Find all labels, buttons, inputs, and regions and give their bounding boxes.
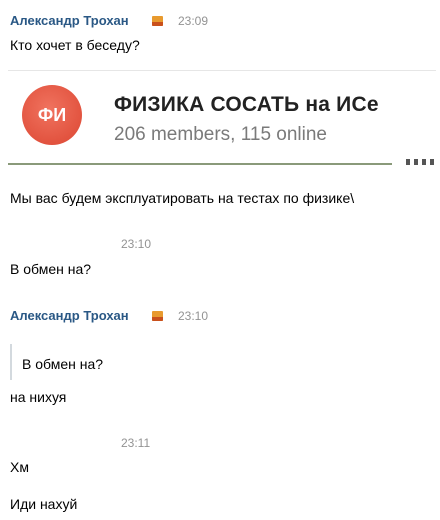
avatar-initials: ФИ xyxy=(37,104,67,125)
chat-title[interactable]: ФИЗИКА СОСАТЬ на ИСе xyxy=(114,93,379,117)
author-name[interactable]: Александр Трохан xyxy=(10,13,129,28)
message-text: Кто хочет в беседу? xyxy=(10,37,140,53)
author-name[interactable]: Александр Трохан xyxy=(10,308,129,323)
divider xyxy=(8,70,436,71)
flag-icon xyxy=(152,311,163,321)
flag-icon xyxy=(152,16,163,26)
chat-preview-image[interactable]: ФИ ФИЗИКА СОСАТЬ на ИСе 206 members, 115… xyxy=(8,65,436,171)
message-time[interactable]: 23:10 xyxy=(121,237,151,251)
reply-quote[interactable]: В обмен на? xyxy=(10,344,103,380)
message-text: Хм xyxy=(10,459,29,475)
message-text: на нихуя xyxy=(10,389,67,405)
message-text: Иди нахуй xyxy=(10,496,78,512)
cropped-edge xyxy=(398,157,436,167)
message-text: Мы вас будем эксплуатировать на тестах п… xyxy=(10,190,355,206)
message-time[interactable]: 23:10 xyxy=(178,309,208,323)
chat-subtitle: 206 members, 115 online xyxy=(114,124,327,145)
divider xyxy=(8,163,392,165)
message-time[interactable]: 23:11 xyxy=(121,436,150,450)
chat-avatar[interactable]: ФИ xyxy=(22,85,82,145)
message-text: В обмен на? xyxy=(10,261,92,277)
message-time[interactable]: 23:09 xyxy=(178,14,208,28)
quote-text: В обмен на? xyxy=(22,356,104,372)
